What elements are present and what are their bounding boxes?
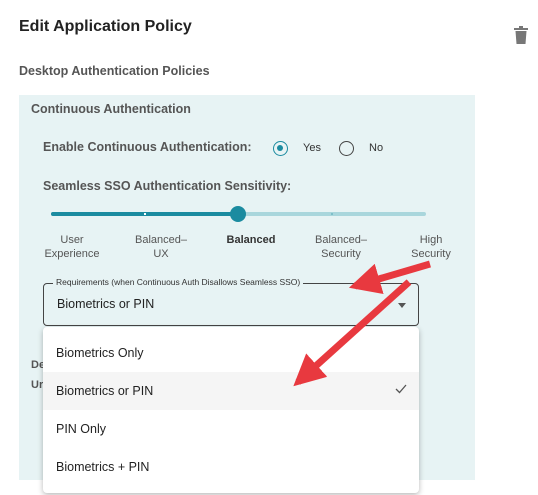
caret-down-icon[interactable] xyxy=(398,303,406,308)
radio-yes[interactable] xyxy=(273,141,288,156)
menu-item-biometrics-or-pin[interactable]: Biometrics or PIN xyxy=(43,372,419,410)
enable-continuous-auth-label: Enable Continuous Authentication: xyxy=(43,140,252,154)
requirements-dropdown-menu: Biometrics Only Biometrics or PIN PIN On… xyxy=(43,327,419,493)
sensitivity-option-user-experience[interactable]: User Experience xyxy=(27,233,117,261)
slider-tick xyxy=(331,213,333,215)
menu-item-label: Biometrics + PIN xyxy=(56,460,150,474)
menu-item-label: PIN Only xyxy=(56,422,107,436)
menu-item-label: Biometrics Only xyxy=(56,346,144,360)
sensitivity-option-balanced-security[interactable]: Balanced– Security xyxy=(296,233,386,261)
sensitivity-option-balanced-ux[interactable]: Balanced– UX xyxy=(116,233,206,261)
check-icon xyxy=(395,384,407,394)
radio-no[interactable] xyxy=(339,141,354,156)
sensitivity-label: Seamless SSO Authentication Sensitivity: xyxy=(43,179,292,193)
sensitivity-option-balanced[interactable]: Balanced xyxy=(206,233,296,247)
radio-no-label[interactable]: No xyxy=(369,142,383,154)
slider-thumb[interactable] xyxy=(230,206,246,222)
trash-icon[interactable] xyxy=(513,26,529,44)
radio-yes-label[interactable]: Yes xyxy=(303,142,321,154)
menu-item-biometrics-plus-pin[interactable]: Biometrics + PIN xyxy=(43,448,419,486)
menu-item-biometrics-only[interactable]: Biometrics Only xyxy=(43,334,419,372)
sensitivity-option-high-security[interactable]: High Security xyxy=(386,233,476,261)
requirements-legend: Requirements (when Continuous Auth Disal… xyxy=(53,277,304,287)
menu-item-pin-only[interactable]: PIN Only xyxy=(43,410,419,448)
slider-tick xyxy=(144,213,146,215)
menu-item-label: Biometrics or PIN xyxy=(56,384,154,398)
requirements-value[interactable]: Biometrics or PIN xyxy=(57,297,154,311)
panel-title: Continuous Authentication xyxy=(31,102,191,116)
obscured-label: Ur xyxy=(31,379,44,391)
page-title: Edit Application Policy xyxy=(19,18,192,35)
section-title: Desktop Authentication Policies xyxy=(19,64,210,78)
